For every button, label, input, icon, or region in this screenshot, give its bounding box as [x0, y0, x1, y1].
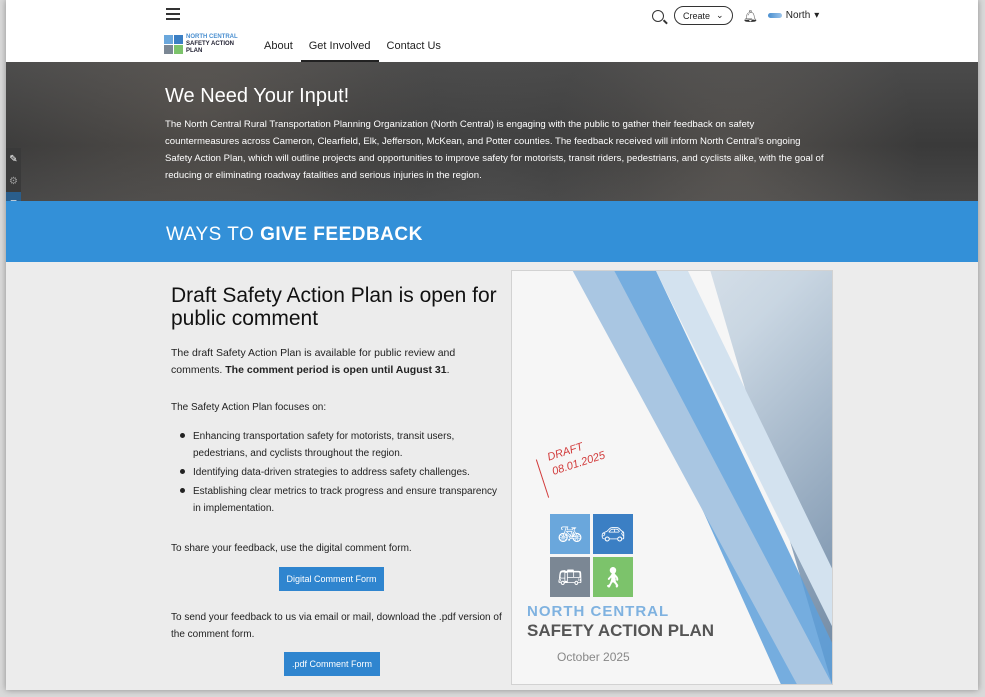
- bell-icon[interactable]: 🔔︎: [743, 9, 758, 23]
- nav-get-involved[interactable]: Get Involved: [300, 40, 379, 62]
- logo-line1: NORTH CENTRAL: [186, 33, 238, 40]
- list-item: Enhancing transportation safety for moto…: [171, 428, 501, 462]
- cover-title-line1: NORTH CENTRAL: [527, 603, 670, 620]
- band-heading: WAYS TO GIVE FEEDBACK: [166, 224, 423, 246]
- search-icon[interactable]: [652, 9, 664, 22]
- band-bold: GIVE FEEDBACK: [260, 224, 423, 245]
- intro-text: The draft Safety Action Plan is availabl…: [171, 345, 506, 379]
- intro-period: .: [446, 364, 450, 376]
- nav-about[interactable]: About: [256, 40, 301, 62]
- hero-body: The North Central Rural Transportation P…: [165, 119, 824, 181]
- create-label: Create: [683, 10, 711, 21]
- region-selector[interactable]: North ▾: [767, 10, 820, 21]
- list-item: Establishing clear metrics to track prog…: [171, 483, 501, 517]
- cover-title-line2: SAFETY ACTION PLAN: [527, 621, 715, 640]
- band-prefix: WAYS TO: [166, 224, 255, 245]
- bus-icon: 🚌︎: [550, 557, 590, 597]
- digital-comment-form-button[interactable]: Digital Comment Form: [279, 567, 384, 591]
- section-title: Draft Safety Action Plan is open for pub…: [171, 284, 497, 330]
- top-header: NORTH CENTRAL SAFETY ACTION PLAN About G…: [6, 0, 978, 62]
- pedestrian-icon: 🚶︎: [593, 557, 633, 597]
- cover-date: October 2025: [557, 650, 630, 664]
- create-button[interactable]: Create ⌄: [674, 6, 733, 25]
- browser-frame: NORTH CENTRAL SAFETY ACTION PLAN About G…: [6, 0, 978, 690]
- settings-gear-icon[interactable]: ⚙: [6, 170, 21, 192]
- focus-list: Enhancing transportation safety for moto…: [171, 428, 501, 519]
- intro-deadline: The comment period is open until August …: [225, 364, 447, 376]
- draft-plan-cover-image: DRAFT 08.01.2025 🚲︎ 🚗︎ 🚌︎ 🚶︎ NORTH CENTR…: [511, 270, 833, 685]
- share-text: To share your feedback, use the digital …: [171, 543, 412, 554]
- main-nav: About Get Involved Contact Us: [256, 40, 449, 62]
- pdf-comment-form-button[interactable]: .pdf Comment Form: [284, 652, 380, 676]
- edit-pencil-icon[interactable]: ✎: [6, 148, 21, 170]
- chevron-down-icon: ⌄: [716, 10, 724, 20]
- list-item: Identifying data-driven strategies to ad…: [171, 464, 501, 481]
- header-actions: Create ⌄ 🔔︎ North ▾: [652, 6, 819, 25]
- logo-line2: SAFETY ACTION PLAN: [186, 40, 235, 54]
- mail-text: To send your feedback to us via email or…: [171, 612, 502, 640]
- logo-text: NORTH CENTRAL SAFETY ACTION PLAN: [186, 34, 242, 55]
- site-logo[interactable]: NORTH CENTRAL SAFETY ACTION PLAN: [164, 33, 242, 55]
- caret-down-icon: ▾: [814, 10, 820, 21]
- region-logo-icon: [767, 13, 782, 18]
- mode-icons: 🚲︎ 🚗︎ 🚌︎ 🚶︎: [550, 514, 633, 597]
- hero-title: We Need Your Input!: [165, 85, 350, 107]
- logo-tiles-icon: [164, 34, 183, 54]
- nav-contact-us[interactable]: Contact Us: [379, 40, 449, 62]
- region-label: North: [785, 10, 811, 21]
- focus-label: The Safety Action Plan focuses on:: [171, 402, 327, 413]
- car-icon: 🚗︎: [593, 514, 633, 554]
- hamburger-menu-icon[interactable]: [166, 8, 180, 20]
- feedback-band: [6, 201, 978, 262]
- bicycle-icon: 🚲︎: [550, 514, 590, 554]
